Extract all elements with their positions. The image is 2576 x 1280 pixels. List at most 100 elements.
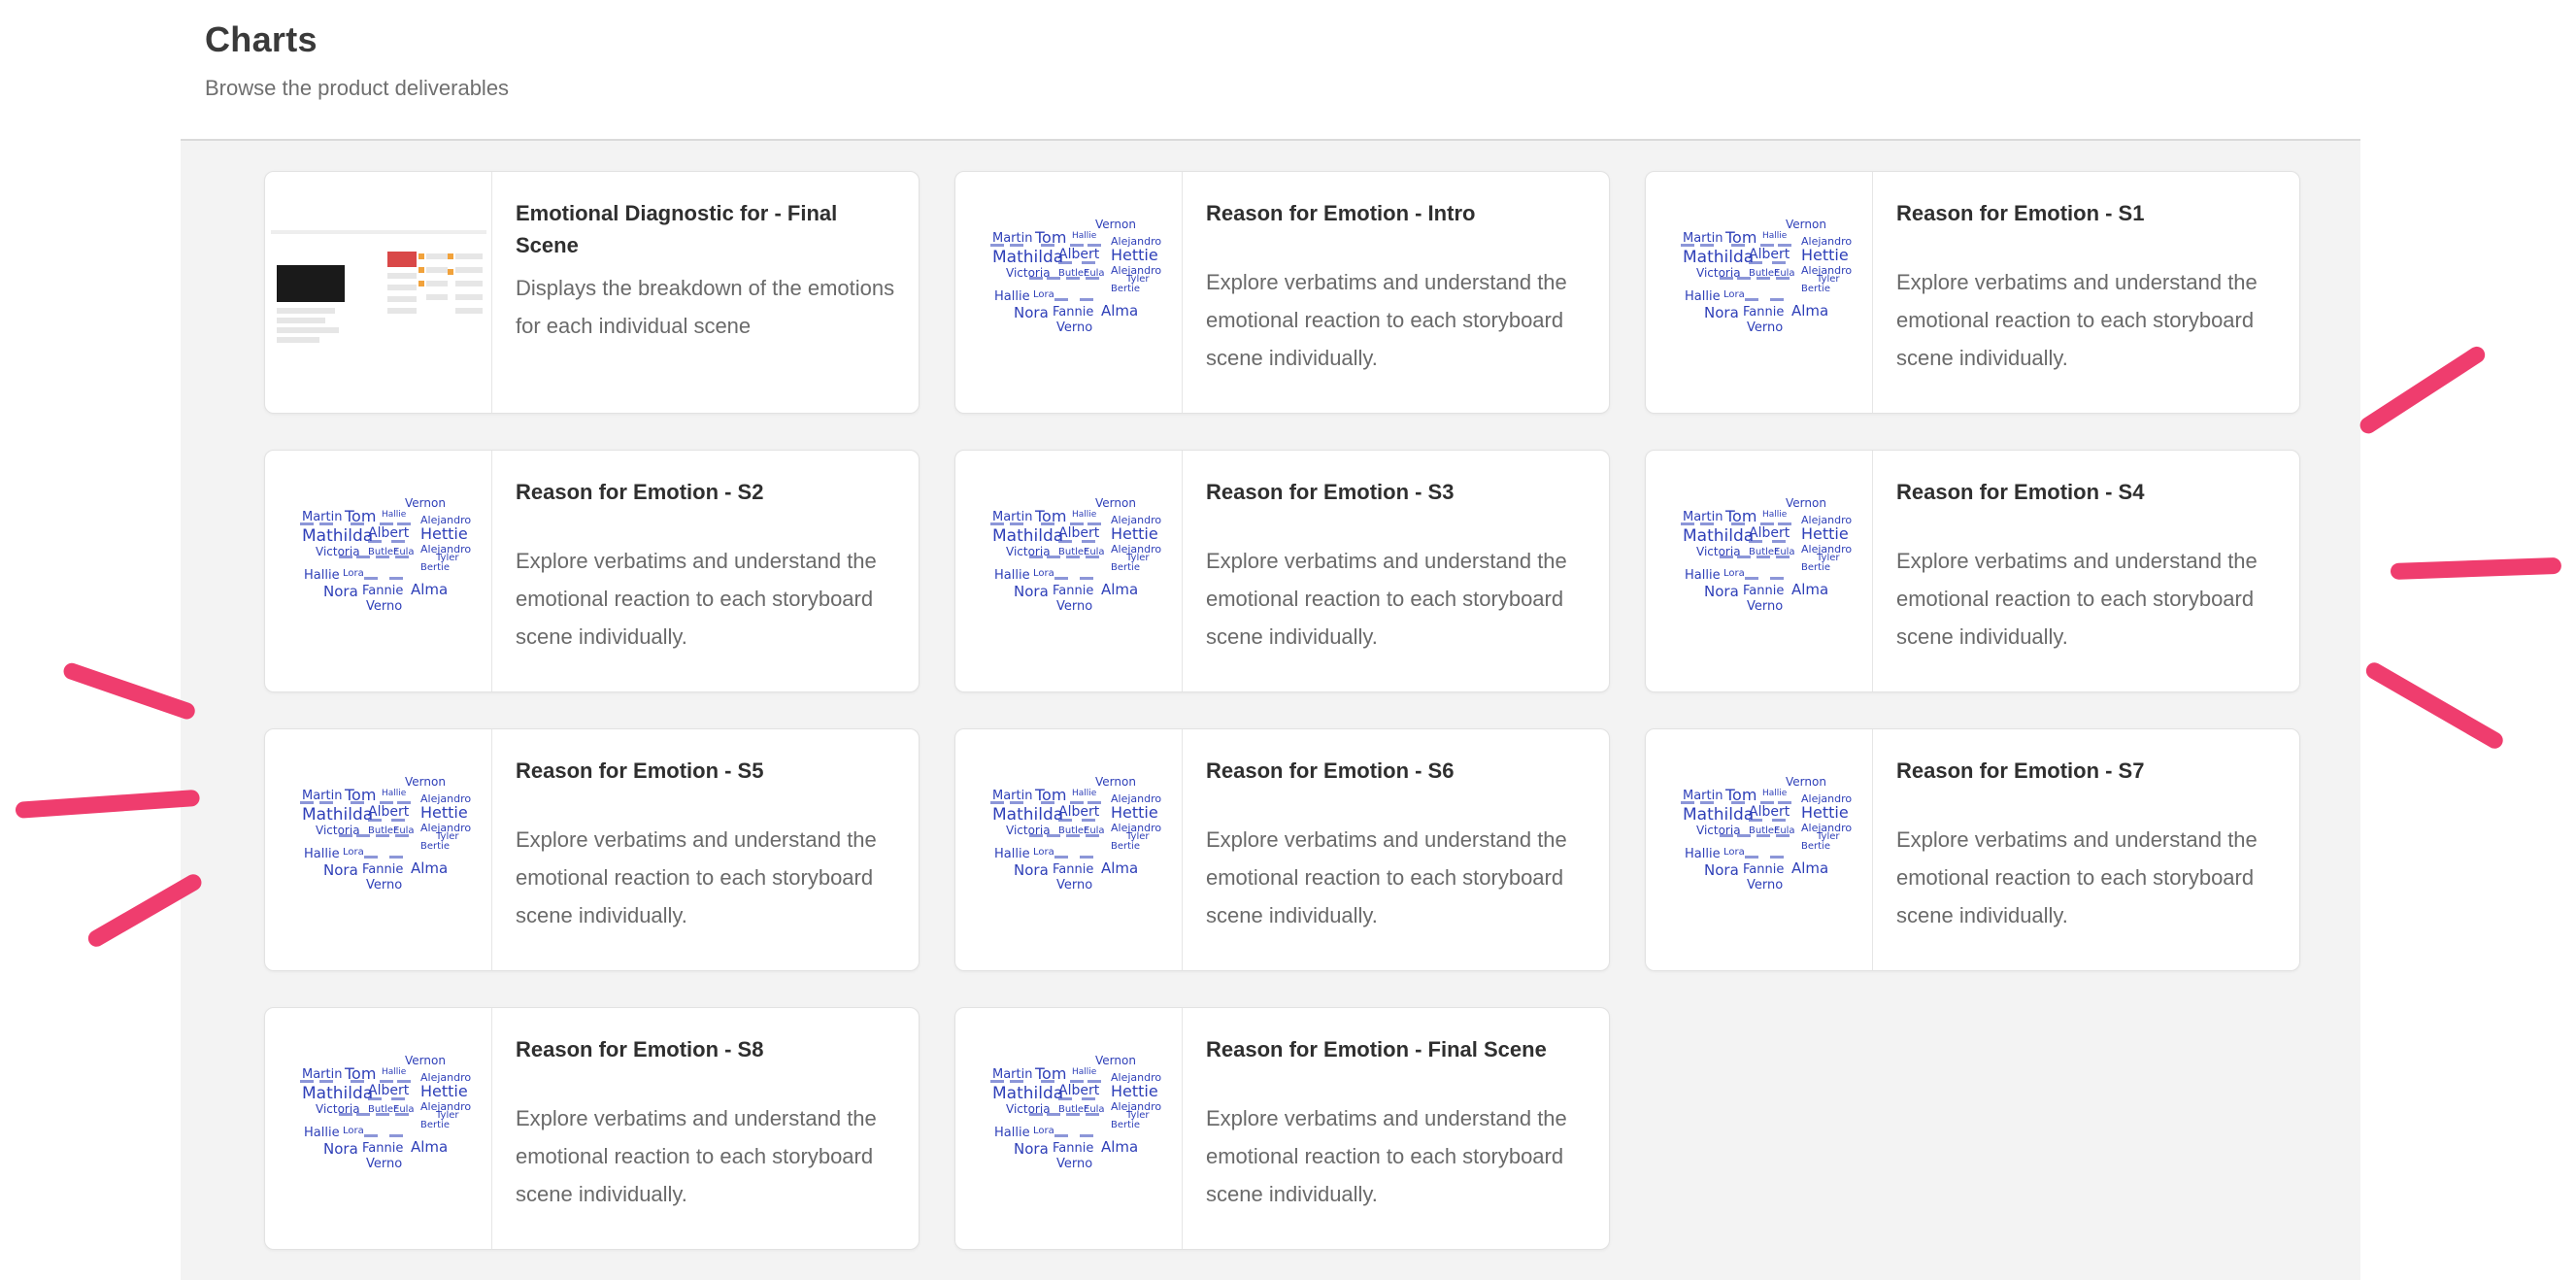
word-cloud-word: Hallie — [1762, 789, 1788, 798]
word-cloud-small-word — [319, 522, 333, 525]
word-cloud-word: Verno — [1747, 878, 1784, 893]
word-cloud-word: Vernon — [1095, 496, 1136, 510]
chart-card[interactable]: Vernon Martin Tom Hallie Alejandro Mathilda Al… — [264, 1007, 920, 1250]
word-cloud-word: Hallie — [994, 289, 1030, 304]
word-cloud-small-word — [1731, 244, 1745, 247]
word-cloud-word: Lora — [343, 847, 364, 858]
word-cloud-word: Mathilda — [1683, 805, 1755, 825]
word-cloud-small-word — [1778, 801, 1791, 804]
chart-card[interactable]: Vernon Martin Tom Hallie Alejandro Mathilda Al… — [1645, 450, 2300, 692]
word-cloud-word: Verno — [366, 1157, 403, 1171]
word-cloud-word: Verno — [1747, 599, 1784, 614]
word-cloud-small-word — [1082, 819, 1095, 822]
card-thumbnail: Vernon Martin Tom Hallie Alejandro Mathilda Al… — [265, 451, 492, 691]
word-cloud-small-word — [1756, 834, 1770, 837]
word-cloud-small-word — [1058, 819, 1072, 822]
chart-card[interactable]: Vernon Martin Tom Hallie Alejandro Mathilda Al… — [954, 728, 1610, 971]
word-cloud-thumbnail: Vernon Martin Tom Hallie Alejandro Mathilda Al… — [955, 1008, 1182, 1249]
card-title: Reason for Emotion - S6 — [1206, 758, 1455, 783]
word-cloud-small-word — [376, 1113, 389, 1116]
word-cloud-small-word — [376, 556, 389, 558]
word-cloud-word: Verno — [1056, 599, 1093, 614]
word-cloud-small-word — [1029, 834, 1043, 837]
word-cloud-small-word — [1080, 577, 1093, 580]
word-cloud-small-word — [1047, 1113, 1060, 1116]
word-cloud-word: Hallie — [1072, 510, 1097, 520]
word-cloud-small-word — [1760, 522, 1774, 525]
word-cloud-word: Nora — [1014, 583, 1049, 600]
word-cloud-small-word — [1776, 277, 1790, 280]
annotation-stroke — [2390, 556, 2562, 580]
card-title: Reason for Emotion - S3 — [1206, 480, 1455, 504]
word-cloud-small-word — [1058, 540, 1072, 543]
word-cloud-word: Hettie — [1801, 803, 1849, 822]
word-cloud-small-word — [990, 1080, 1004, 1083]
chart-card[interactable]: Vernon Martin Tom Hallie Alejandro Mathilda Al… — [264, 728, 920, 971]
word-cloud-word: Hallie — [994, 568, 1030, 583]
word-cloud-word: Hettie — [1111, 524, 1158, 543]
chart-card[interactable]: Vernon Martin Tom Hallie Alejandro Mathilda Al… — [1645, 728, 2300, 971]
word-cloud-small-word — [1010, 1080, 1023, 1083]
word-cloud-small-word — [1087, 522, 1101, 525]
word-cloud-small-word — [395, 556, 409, 558]
word-cloud-small-word — [1086, 834, 1099, 837]
word-cloud-word: Verno — [366, 878, 403, 893]
word-cloud-small-word — [356, 556, 370, 558]
word-cloud-word: Alma — [411, 581, 449, 598]
word-cloud-word: Hettie — [420, 524, 468, 543]
word-cloud-word: Alma — [1101, 859, 1139, 877]
word-cloud-word: Mathilda — [302, 805, 374, 825]
word-cloud-small-word — [1772, 261, 1786, 264]
chart-card[interactable]: Vernon Martin Tom Hallie Alejandro Mathilda Al… — [264, 450, 920, 692]
chart-card[interactable]: Vernon Martin Tom Hallie Alejandro Mathilda Al… — [954, 171, 1610, 414]
word-cloud-small-word — [1070, 522, 1084, 525]
word-cloud-word: Hettie — [420, 803, 468, 822]
word-cloud-word: Fannie — [1743, 862, 1785, 877]
word-cloud-small-word — [397, 1080, 411, 1083]
word-cloud-small-word — [1770, 856, 1784, 859]
word-cloud-word: Vernon — [405, 775, 446, 789]
word-cloud-word: Alma — [1791, 859, 1829, 877]
word-cloud-word: Nora — [323, 583, 358, 600]
word-cloud-word: Lora — [343, 568, 364, 579]
word-cloud-small-word — [1756, 277, 1770, 280]
word-cloud-small-word — [1700, 801, 1714, 804]
word-cloud-word: Hettie — [1801, 246, 1849, 264]
card-thumbnail: Vernon Martin Tom Hallie Alejandro Mathilda Al… — [265, 729, 492, 970]
word-cloud-small-word — [1010, 801, 1023, 804]
word-cloud-word: Hallie — [994, 847, 1030, 861]
word-cloud-word: Alma — [1791, 581, 1829, 598]
diagnostic-thumbnail-image — [271, 230, 486, 356]
word-cloud-word: Vernon — [1786, 775, 1826, 789]
word-cloud-word: Lora — [1033, 568, 1054, 579]
word-cloud-small-word — [339, 1113, 352, 1116]
word-cloud-word: Mathilda — [302, 526, 374, 546]
word-cloud-small-word — [319, 801, 333, 804]
card-thumbnail — [265, 172, 492, 413]
card-thumbnail: Vernon Martin Tom Hallie Alejandro Mathilda Al… — [265, 1008, 492, 1249]
annotation-stroke — [15, 789, 201, 819]
word-cloud-small-word — [1737, 277, 1751, 280]
card-thumbnail: Vernon Martin Tom Hallie Alejandro Mathilda Al… — [955, 729, 1183, 970]
word-cloud-word: Albert — [1749, 247, 1790, 262]
word-cloud-word: Victoria — [316, 824, 360, 837]
word-cloud-small-word — [1737, 834, 1751, 837]
word-cloud-word: Hallie — [382, 510, 407, 520]
word-cloud-small-word — [1700, 522, 1714, 525]
word-cloud-small-word — [300, 522, 314, 525]
word-cloud-word: Albert — [1749, 525, 1790, 541]
word-cloud-word: Hallie — [1685, 847, 1721, 861]
word-cloud-word: Vernon — [405, 496, 446, 510]
card-description: Explore verbatims and understand the emo… — [1206, 1106, 1567, 1206]
chart-card[interactable]: Emotional Diagnostic for - Final Scene D… — [264, 171, 920, 414]
word-cloud-small-word — [1029, 556, 1043, 558]
word-cloud-word: Fannie — [1053, 1141, 1094, 1156]
word-cloud-small-word — [1770, 298, 1784, 301]
word-cloud-small-word — [356, 834, 370, 837]
card-description: Explore verbatims and understand the emo… — [516, 827, 877, 927]
chart-card[interactable]: Vernon Martin Tom Hallie Alejandro Mathilda Al… — [1645, 171, 2300, 414]
chart-card[interactable]: Vernon Martin Tom Hallie Alejandro Mathilda Al… — [954, 1007, 1610, 1250]
chart-card[interactable]: Vernon Martin Tom Hallie Alejandro Mathilda Al… — [954, 450, 1610, 692]
word-cloud-thumbnail: Vernon Martin Tom Hallie Alejandro Mathilda Al… — [1646, 729, 1872, 970]
card-thumbnail: Vernon Martin Tom Hallie Alejandro Mathilda Al… — [1646, 172, 1873, 413]
